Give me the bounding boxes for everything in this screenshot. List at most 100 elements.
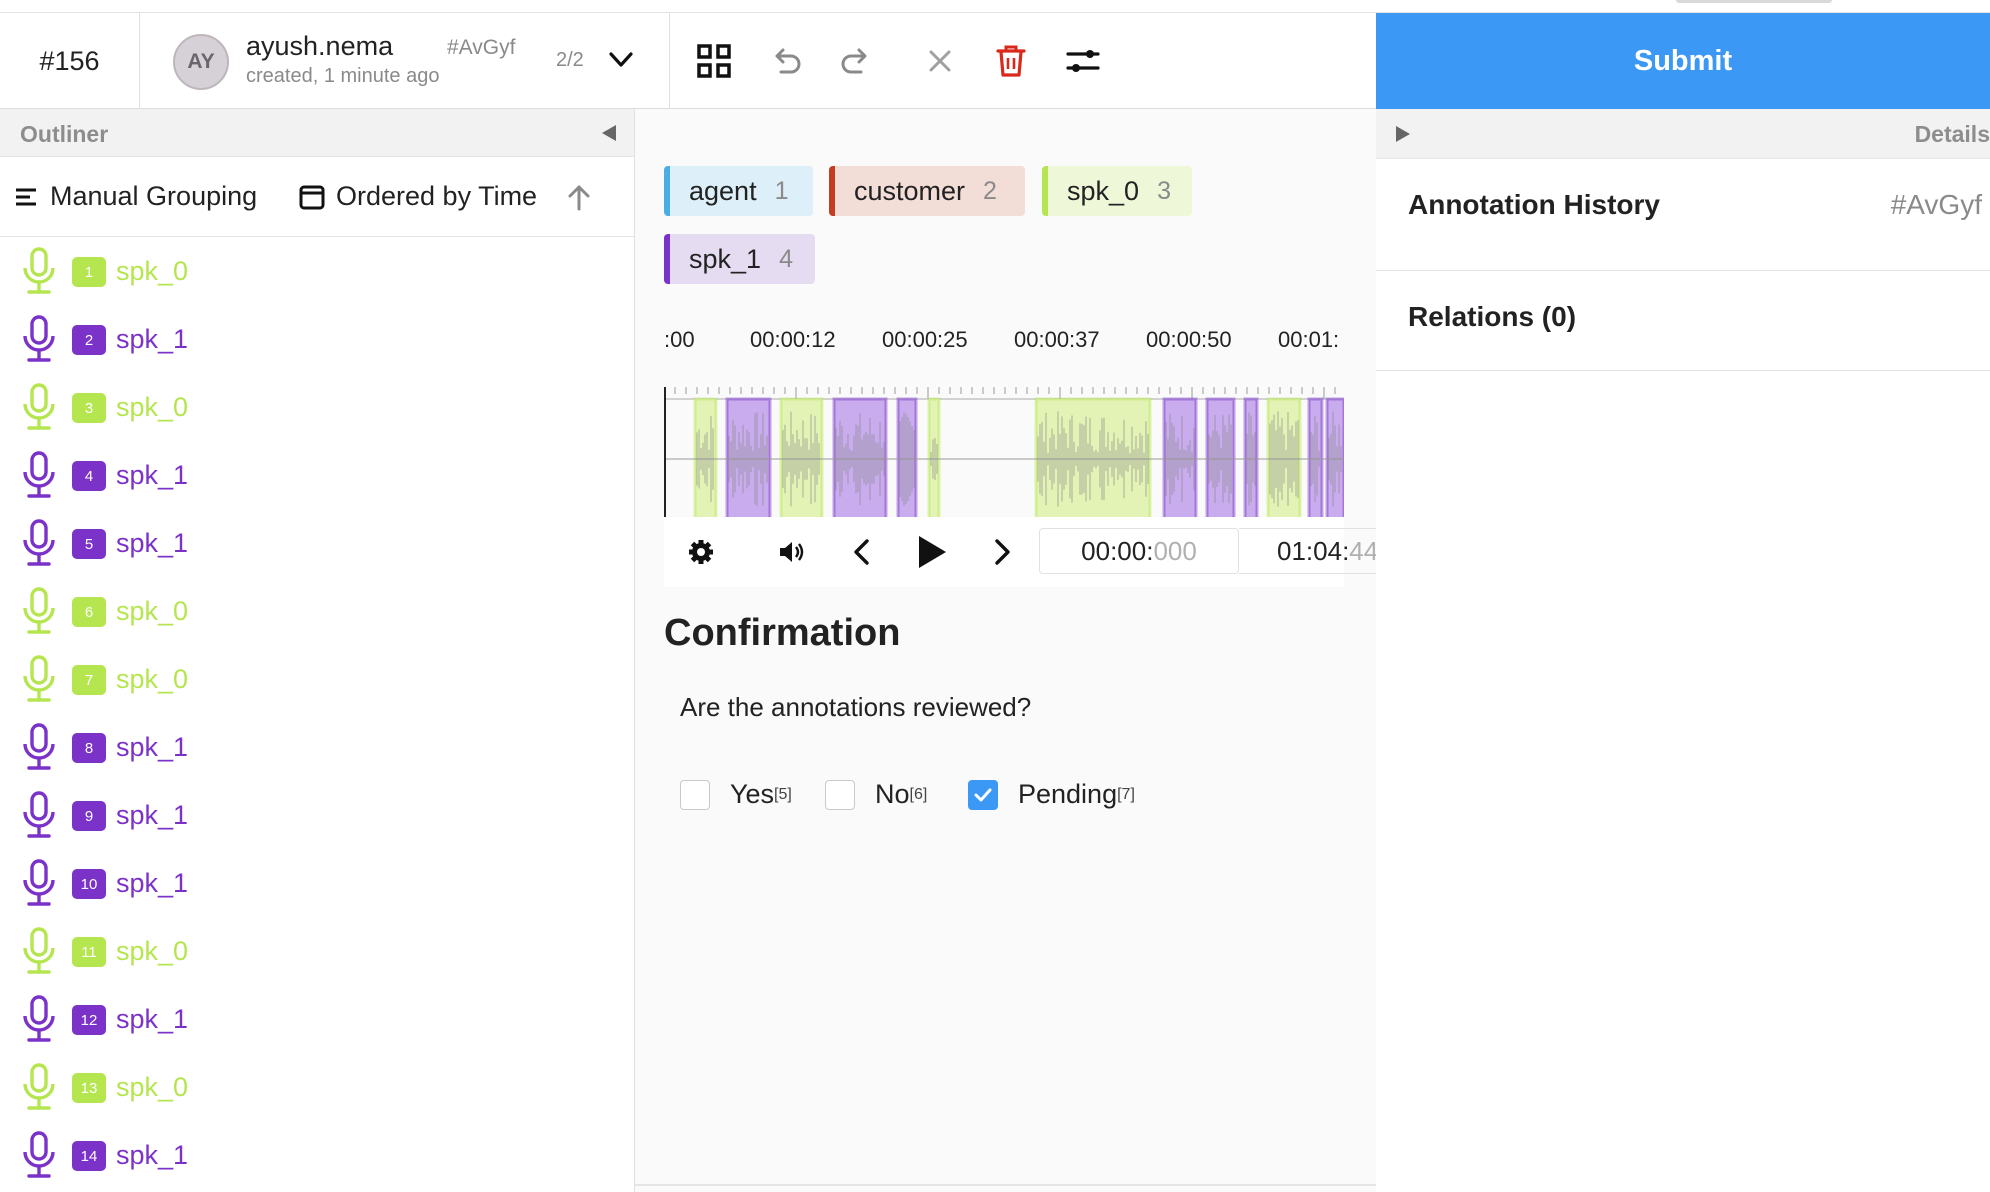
redo-icon [841,48,867,74]
audio-settings-button[interactable] [682,533,720,571]
timeline-tick-label: 00:00:37 [1014,327,1100,352]
region-item[interactable]: 4 spk_1 [0,441,634,509]
region-label: spk_1 [116,732,189,762]
timeline-tick-label: 00:01: [1278,327,1340,352]
choice-yes[interactable]: Yes [5] [680,779,792,810]
region-index-badge: 3 [72,393,106,423]
collapse-left-icon[interactable] [602,125,616,141]
previous-button[interactable] [843,533,881,571]
label-chip-spk-1[interactable]: spk_1 4 [664,234,815,284]
annotation-selector[interactable]: AY ayush.nema created, 1 minute ago #AvG… [140,13,670,109]
region-item[interactable]: 3 spk_0 [0,373,634,441]
region-index-badge: 14 [72,1141,106,1171]
total-time: 01:04: [1277,535,1350,566]
play-icon [919,536,946,568]
annotation-id: #AvGyf [447,36,516,59]
choice-label: Pending [1018,779,1118,809]
volume-button[interactable] [772,533,810,571]
list-icon [16,188,36,205]
region-label: spk_0 [116,664,189,694]
annotation-header: #156 AY ayush.nema created, 1 minute ago… [0,13,1376,109]
microphone-icon [20,654,58,704]
volume-icon [780,542,804,562]
region-label: spk_1 [116,1140,189,1170]
play-button[interactable] [912,533,950,571]
reset-button[interactable] [920,41,960,81]
region-label: spk_1 [116,868,189,898]
region-item[interactable]: 2 spk_1 [0,305,634,373]
microphone-icon [20,926,58,976]
region-item[interactable]: 10 spk_1 [0,849,634,917]
chevron-right-icon [995,539,1010,565]
timeline-tick-label: 00:00:12 [750,327,836,352]
region-index-badge: 9 [72,801,106,831]
submit-button[interactable]: Submit [1376,13,1990,109]
grid-view-button[interactable] [694,41,734,81]
relations-section[interactable]: Relations (0) [1376,271,1990,371]
next-button[interactable] [983,533,1021,571]
calendar-icon [299,185,325,209]
total-time-ms: 44 [1349,535,1379,566]
choice-label: Yes [730,779,775,809]
top-handle [1676,0,1832,3]
chevron-down-icon[interactable] [606,45,636,75]
microphone-icon [20,858,58,908]
checkmark-icon [974,788,992,801]
arrow-up-icon[interactable] [566,183,592,213]
region-item[interactable]: 9 spk_1 [0,781,634,849]
relations-title: Relations (0) [1408,301,1577,332]
total-time-field: 01:04: 44 [1239,528,1379,574]
chevron-left-icon [854,539,869,565]
region-index-badge: 1 [72,257,106,287]
waveform[interactable] [664,387,1344,519]
region-index-badge: 4 [72,461,106,491]
microphone-icon [20,382,58,432]
region-item[interactable]: 7 spk_0 [0,645,634,713]
choice-pending[interactable]: Pending [7] [968,779,1135,810]
region-item[interactable]: 12 spk_1 [0,985,634,1053]
region-item[interactable]: 14 spk_1 [0,1121,634,1189]
region-list: 1 spk_0 2 spk_1 3 spk_0 4 spk_1 5 spk_1 6 spk_0 7 spk… [0,237,634,1189]
outliner-panel: Outliner Manual Grouping Ordered by Time… [0,109,635,1192]
undo-button[interactable] [766,41,806,81]
region-item[interactable]: 13 spk_0 [0,1053,634,1121]
checkbox[interactable] [825,779,855,810]
microphone-icon [20,586,58,636]
ordering-selector[interactable]: Ordered by Time [298,181,537,212]
timeline-tick-label: 00:00:25 [882,327,968,352]
choice-no[interactable]: No [6] [825,779,927,810]
gear-icon [689,540,713,564]
microphone-icon [20,246,58,296]
microphone-icon [20,994,58,1044]
username: ayush.nema [246,31,394,61]
region-item[interactable]: 11 spk_0 [0,917,634,985]
details-header: Details [1376,109,1990,159]
checkbox[interactable] [680,779,710,810]
delete-button[interactable] [991,41,1031,81]
region-item[interactable]: 6 spk_0 [0,577,634,645]
region-item[interactable]: 1 spk_0 [0,237,634,305]
window-top-strip [0,0,1990,13]
details-panel: Details Annotation History #AvGyf Relati… [1376,109,1990,1192]
annotation-history-section[interactable]: Annotation History #AvGyf [1376,159,1990,271]
checkbox[interactable] [968,779,998,810]
region-item[interactable]: 5 spk_1 [0,509,634,577]
region-label: spk_0 [116,1072,189,1102]
region-label: spk_1 [116,528,189,558]
outliner-header: Outliner [0,109,634,157]
label-name: agent [689,175,757,206]
redo-button[interactable] [836,41,876,81]
label-chip-agent[interactable]: agent 1 [664,166,813,216]
region-index-badge: 2 [72,325,106,355]
label-chip-spk-0[interactable]: spk_0 3 [1042,166,1192,216]
annotation-history-title: Annotation History [1408,189,1660,220]
region-item[interactable]: 8 spk_1 [0,713,634,781]
label-chip-customer[interactable]: customer 2 [829,166,1025,216]
region-label: spk_1 [116,800,189,830]
current-time-field[interactable]: 00:00: 000 [1039,528,1239,574]
expand-right-icon[interactable] [1396,126,1410,142]
audio-player: :00 00:00:12 00:00:25 00:00:37 00:00:50 00:01… [664,327,1379,587]
grouping-selector[interactable]: Manual Grouping [14,181,257,212]
main-area: agent 1 customer 2 spk_0 3 spk_1 4 :00 00:00:12 0… [635,109,1379,1192]
settings-toggle-button[interactable] [1063,41,1103,81]
